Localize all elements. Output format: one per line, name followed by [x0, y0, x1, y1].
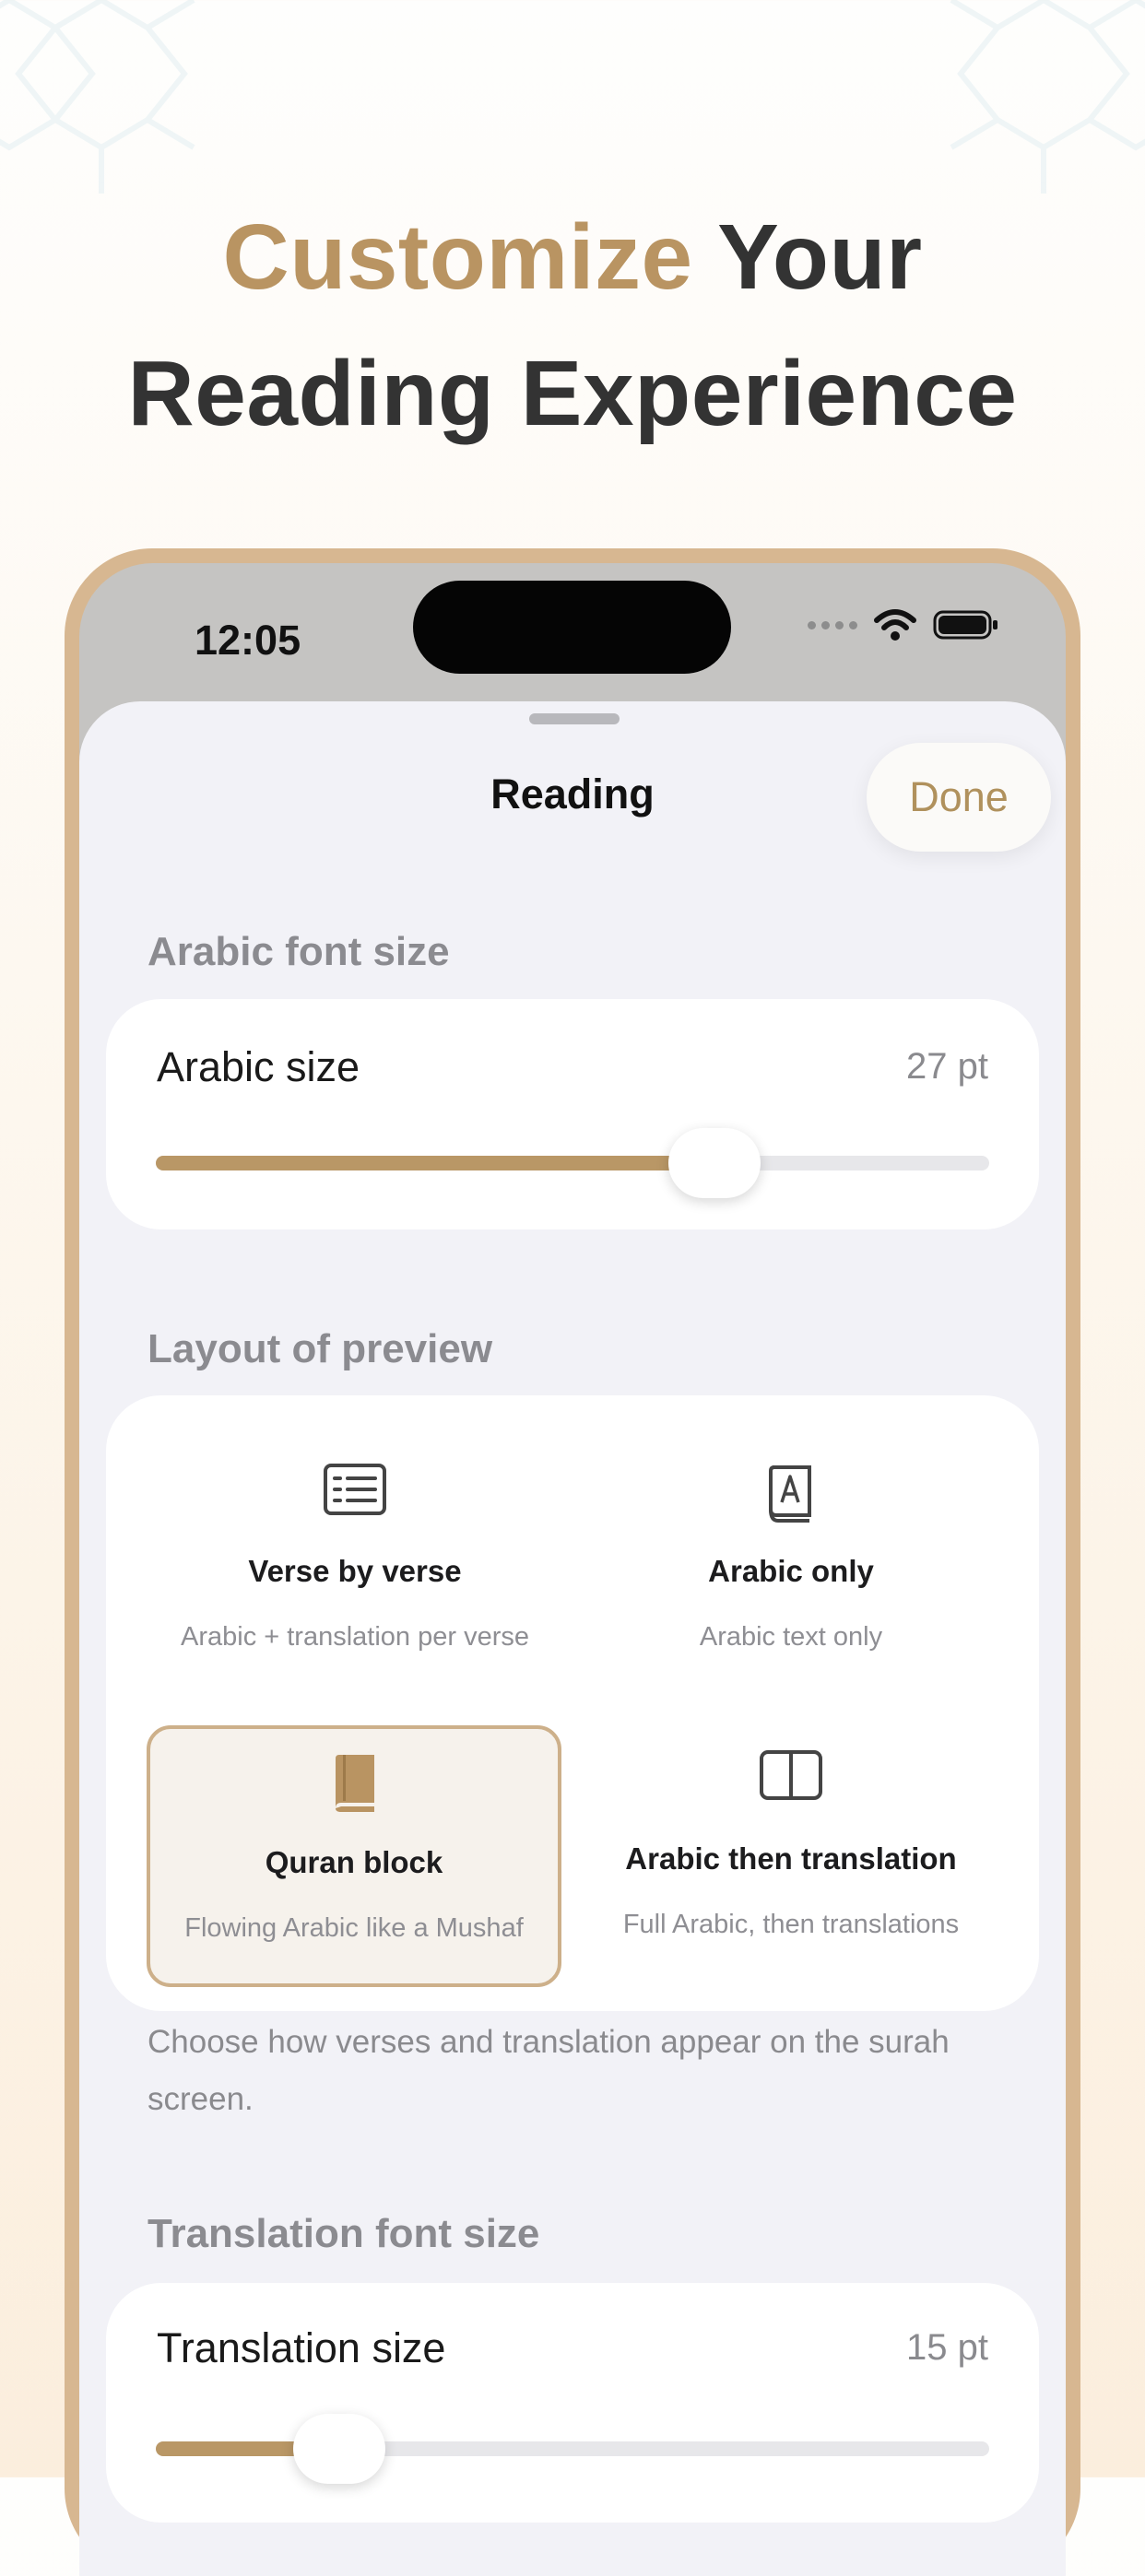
phone-mockup: 12:05 Reading Done Arabic font size Arab… — [65, 548, 1080, 2576]
wifi-icon — [874, 609, 916, 641]
translation-font-size-header: Translation font size — [148, 2211, 540, 2256]
layout-option-arabic-then-translation[interactable]: Arabic then translation Full Arabic, the… — [584, 1725, 998, 1987]
battery-icon — [933, 610, 997, 640]
layout-footnote: Choose how verses and translation appear… — [148, 2024, 950, 2117]
layout-option-subtitle: Arabic + translation per verse — [181, 1622, 529, 1652]
translation-size-value: 15 pt — [906, 2327, 988, 2368]
arabic-size-label: Arabic size — [157, 1043, 360, 1090]
phone-screen: 12:05 Reading Done Arabic font size Arab… — [79, 563, 1066, 2576]
layout-option-title: Arabic only — [708, 1554, 874, 1588]
headline-line1-rest: Your — [692, 206, 923, 309]
arabic-size-slider-thumb[interactable] — [667, 1128, 761, 1198]
arabic-size-slider-fill — [156, 1156, 714, 1170]
arabic-book-icon — [769, 1465, 811, 1523]
translation-size-slider[interactable] — [156, 2414, 989, 2484]
cellular-signal-icon — [808, 620, 857, 629]
layout-option-title: Verse by verse — [248, 1554, 462, 1588]
layout-option-title: Quran block — [265, 1845, 443, 1879]
layout-option-title: Arabic then translation — [625, 1841, 957, 1876]
layout-option-subtitle: Full Arabic, then translations — [622, 1910, 960, 1939]
arabic-size-card: Arabic size 27 pt — [106, 999, 1039, 1229]
ornament-pattern-left — [0, 0, 195, 194]
split-columns-icon — [760, 1750, 822, 1800]
ornament-pattern-right — [950, 0, 1145, 194]
layout-options-card: Verse by verse Arabic + translation per … — [106, 1395, 1039, 2011]
arabic-size-value: 27 pt — [906, 1046, 988, 1087]
sheet-grabber[interactable] — [529, 713, 620, 724]
list-icon — [324, 1464, 386, 1515]
layout-option-quran-block[interactable]: Quran block Flowing Arabic like a Mushaf — [147, 1725, 561, 1987]
book-icon — [336, 1755, 374, 1812]
translation-size-slider-thumb[interactable] — [292, 2414, 385, 2484]
layout-option-subtitle: Arabic text only — [699, 1622, 883, 1652]
status-indicators — [808, 609, 999, 641]
layout-option-subtitle: Flowing Arabic like a Mushaf — [184, 1913, 524, 1943]
arabic-font-size-header: Arabic font size — [148, 929, 450, 974]
layout-option-arabic-only[interactable]: Arabic only Arabic text only — [584, 1451, 998, 1681]
status-time: 12:05 — [195, 617, 301, 664]
layout-preview-header: Layout of preview — [148, 1326, 493, 1371]
dynamic-island — [413, 581, 731, 674]
headline-line2: Reading Experience — [127, 342, 1018, 445]
done-button[interactable]: Done — [867, 743, 1051, 852]
translation-size-card: Translation size 15 pt — [106, 2283, 1039, 2523]
layout-option-verse-by-verse[interactable]: Verse by verse Arabic + translation per … — [148, 1451, 562, 1681]
headline-accent: Customize — [222, 206, 693, 309]
translation-size-label: Translation size — [157, 2324, 446, 2371]
headline: Customize Your Reading Experience — [0, 189, 1145, 462]
reading-settings-sheet: Reading Done Arabic font size Arabic siz… — [79, 701, 1066, 2576]
arabic-size-slider[interactable] — [156, 1128, 989, 1198]
